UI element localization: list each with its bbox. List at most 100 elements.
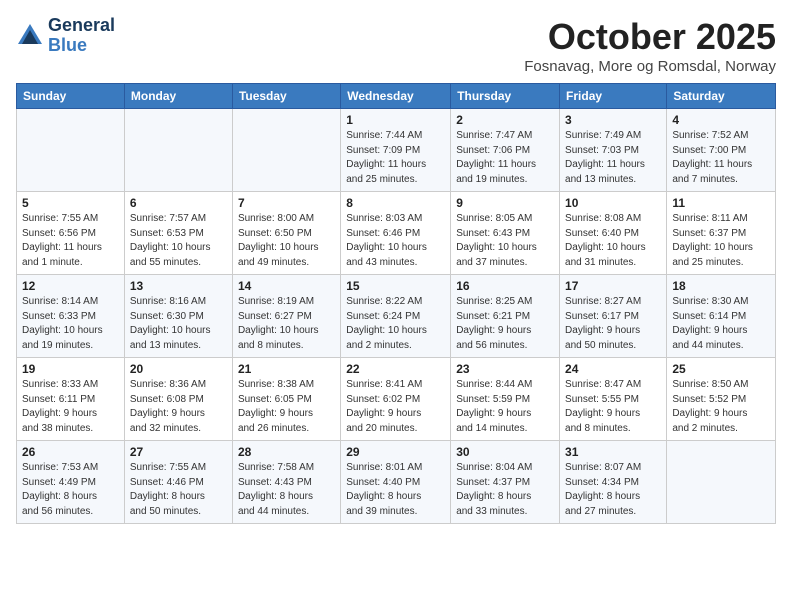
day-detail: Sunrise: 7:55 AMSunset: 6:56 PMDaylight:…	[22, 212, 119, 270]
calendar-cell: 31 Sunrise: 8:07 AMSunset: 4:34 PMDayligh…	[560, 441, 667, 524]
day-number: 29	[346, 445, 445, 459]
day-number: 11	[672, 196, 770, 210]
day-detail: Sunrise: 8:07 AMSunset: 4:34 PMDaylight:…	[565, 461, 661, 519]
calendar-cell: 21Sunrise: 8:38 AMSunset: 6:05 PMDayligh…	[232, 358, 340, 441]
calendar-week-row: 12 Sunrise: 8:14 AMSunset: 6:33 PMDayligh…	[17, 275, 776, 358]
day-detail: Sunrise: 8:04 AMSunset: 4:37 PMDaylight:…	[456, 461, 554, 519]
calendar-cell: 11 Sunrise: 8:11 AMSunset: 6:37 PMDayligh…	[667, 192, 776, 275]
day-detail: Sunrise: 8:05 AMSunset: 6:43 PMDaylight:…	[456, 212, 554, 270]
day-detail: Sunrise: 7:55 AMSunset: 4:46 PMDaylight:…	[130, 461, 227, 519]
day-number: 1	[346, 113, 445, 127]
day-detail: Sunrise: 8:33 AMSunset: 6:11 PMDaylight:…	[22, 378, 119, 436]
day-number: 16	[456, 279, 554, 293]
month-title: October 2025	[524, 16, 776, 58]
calendar-cell: 28Sunrise: 7:58 AMSunset: 4:43 PMDayligh…	[232, 441, 340, 524]
weekday-header: Monday	[124, 84, 232, 109]
day-detail: Sunrise: 8:08 AMSunset: 6:40 PMDaylight:…	[565, 212, 661, 270]
logo-blue: Blue	[48, 36, 115, 56]
day-detail: Sunrise: 8:30 AMSunset: 6:14 PMDaylight:…	[672, 295, 770, 353]
day-detail: Sunrise: 8:50 AMSunset: 5:52 PMDaylight:…	[672, 378, 770, 436]
day-detail: Sunrise: 8:03 AMSunset: 6:46 PMDaylight:…	[346, 212, 445, 270]
day-detail: Sunrise: 8:36 AMSunset: 6:08 PMDaylight:…	[130, 378, 227, 436]
day-number: 5	[22, 196, 119, 210]
calendar-cell: 25 Sunrise: 8:50 AMSunset: 5:52 PMDayligh…	[667, 358, 776, 441]
day-number: 3	[565, 113, 661, 127]
calendar-cell: 5 Sunrise: 7:55 AMSunset: 6:56 PMDaylight…	[17, 192, 125, 275]
calendar-cell: 29 Sunrise: 8:01 AMSunset: 4:40 PMDayligh…	[341, 441, 451, 524]
day-number: 14	[238, 279, 335, 293]
day-number: 6	[130, 196, 227, 210]
calendar-cell: 30Sunrise: 8:04 AMSunset: 4:37 PMDayligh…	[451, 441, 560, 524]
day-number: 7	[238, 196, 335, 210]
calendar-week-row: 26Sunrise: 7:53 AMSunset: 4:49 PMDayligh…	[17, 441, 776, 524]
day-number: 19	[22, 362, 119, 376]
calendar-cell: 24Sunrise: 8:47 AMSunset: 5:55 PMDayligh…	[560, 358, 667, 441]
day-detail: Sunrise: 8:27 AMSunset: 6:17 PMDaylight:…	[565, 295, 661, 353]
calendar-cell: 9 Sunrise: 8:05 AMSunset: 6:43 PMDaylight…	[451, 192, 560, 275]
day-detail: Sunrise: 8:44 AMSunset: 5:59 PMDaylight:…	[456, 378, 554, 436]
calendar-cell: 13 Sunrise: 8:16 AMSunset: 6:30 PMDayligh…	[124, 275, 232, 358]
day-detail: Sunrise: 8:41 AMSunset: 6:02 PMDaylight:…	[346, 378, 445, 436]
calendar-cell: 10 Sunrise: 8:08 AMSunset: 6:40 PMDayligh…	[560, 192, 667, 275]
calendar-cell: 17 Sunrise: 8:27 AMSunset: 6:17 PMDayligh…	[560, 275, 667, 358]
calendar-cell: 7Sunrise: 8:00 AMSunset: 6:50 PMDaylight…	[232, 192, 340, 275]
day-number: 23	[456, 362, 554, 376]
day-number: 12	[22, 279, 119, 293]
day-number: 13	[130, 279, 227, 293]
calendar-cell	[232, 109, 340, 192]
day-detail: Sunrise: 8:47 AMSunset: 5:55 PMDaylight:…	[565, 378, 661, 436]
weekday-header-row: SundayMondayTuesdayWednesdayThursdayFrid…	[17, 84, 776, 109]
day-detail: Sunrise: 8:22 AMSunset: 6:24 PMDaylight:…	[346, 295, 445, 353]
day-detail: Sunrise: 7:47 AMSunset: 7:06 PMDaylight:…	[456, 129, 554, 187]
day-detail: Sunrise: 8:01 AMSunset: 4:40 PMDaylight:…	[346, 461, 445, 519]
calendar-cell: 8Sunrise: 8:03 AMSunset: 6:46 PMDaylight…	[341, 192, 451, 275]
day-number: 26	[22, 445, 119, 459]
day-number: 2	[456, 113, 554, 127]
calendar-cell: 4 Sunrise: 7:52 AMSunset: 7:00 PMDaylight…	[667, 109, 776, 192]
logo: General Blue	[16, 16, 115, 56]
calendar-cell: 27 Sunrise: 7:55 AMSunset: 4:46 PMDayligh…	[124, 441, 232, 524]
day-detail: Sunrise: 7:49 AMSunset: 7:03 PMDaylight:…	[565, 129, 661, 187]
weekday-header: Wednesday	[341, 84, 451, 109]
header: General Blue October 2025 Fosnavag, More…	[16, 16, 776, 75]
day-detail: Sunrise: 8:14 AMSunset: 6:33 PMDaylight:…	[22, 295, 119, 353]
day-number: 18	[672, 279, 770, 293]
day-number: 10	[565, 196, 661, 210]
weekday-header: Tuesday	[232, 84, 340, 109]
day-detail: Sunrise: 8:38 AMSunset: 6:05 PMDaylight:…	[238, 378, 335, 436]
day-number: 4	[672, 113, 770, 127]
day-detail: Sunrise: 8:16 AMSunset: 6:30 PMDaylight:…	[130, 295, 227, 353]
day-number: 9	[456, 196, 554, 210]
calendar-cell: 26Sunrise: 7:53 AMSunset: 4:49 PMDayligh…	[17, 441, 125, 524]
calendar-week-row: 19 Sunrise: 8:33 AMSunset: 6:11 PMDayligh…	[17, 358, 776, 441]
day-number: 31	[565, 445, 661, 459]
calendar-cell	[124, 109, 232, 192]
calendar-cell	[17, 109, 125, 192]
day-detail: Sunrise: 7:52 AMSunset: 7:00 PMDaylight:…	[672, 129, 770, 187]
calendar-cell: 16 Sunrise: 8:25 AMSunset: 6:21 PMDayligh…	[451, 275, 560, 358]
calendar-cell	[667, 441, 776, 524]
weekday-header: Thursday	[451, 84, 560, 109]
calendar-cell: 23 Sunrise: 8:44 AMSunset: 5:59 PMDayligh…	[451, 358, 560, 441]
weekday-header: Sunday	[17, 84, 125, 109]
weekday-header: Saturday	[667, 84, 776, 109]
calendar-cell: 20 Sunrise: 8:36 AMSunset: 6:08 PMDayligh…	[124, 358, 232, 441]
day-detail: Sunrise: 8:11 AMSunset: 6:37 PMDaylight:…	[672, 212, 770, 270]
calendar-cell: 1 Sunrise: 7:44 AMSunset: 7:09 PMDaylight…	[341, 109, 451, 192]
calendar-cell: 15Sunrise: 8:22 AMSunset: 6:24 PMDayligh…	[341, 275, 451, 358]
day-number: 25	[672, 362, 770, 376]
day-number: 17	[565, 279, 661, 293]
day-detail: Sunrise: 7:57 AMSunset: 6:53 PMDaylight:…	[130, 212, 227, 270]
day-detail: Sunrise: 8:25 AMSunset: 6:21 PMDaylight:…	[456, 295, 554, 353]
day-detail: Sunrise: 7:44 AMSunset: 7:09 PMDaylight:…	[346, 129, 445, 187]
calendar-cell: 3 Sunrise: 7:49 AMSunset: 7:03 PMDaylight…	[560, 109, 667, 192]
calendar-cell: 2 Sunrise: 7:47 AMSunset: 7:06 PMDaylight…	[451, 109, 560, 192]
calendar-cell: 18 Sunrise: 8:30 AMSunset: 6:14 PMDayligh…	[667, 275, 776, 358]
weekday-header: Friday	[560, 84, 667, 109]
calendar-week-row: 5 Sunrise: 7:55 AMSunset: 6:56 PMDaylight…	[17, 192, 776, 275]
day-number: 20	[130, 362, 227, 376]
day-number: 27	[130, 445, 227, 459]
day-number: 28	[238, 445, 335, 459]
logo-icon	[16, 22, 44, 50]
calendar-cell: 14Sunrise: 8:19 AMSunset: 6:27 PMDayligh…	[232, 275, 340, 358]
